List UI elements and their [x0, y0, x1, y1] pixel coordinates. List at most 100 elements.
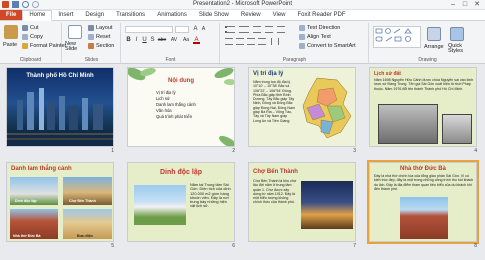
columns-icon[interactable]	[271, 38, 279, 45]
minimize-button[interactable]: –	[447, 0, 459, 9]
increase-indent-icon[interactable]	[265, 26, 273, 33]
close-button[interactable]: ✕	[471, 0, 483, 9]
underline-button[interactable]: U	[141, 37, 148, 44]
caption-cho-ben-thanh: Chợ Bến Thành	[69, 199, 96, 203]
dinh-doc-lap-photo-image	[134, 185, 186, 225]
convert-smartart-button[interactable]: Convert to SmartArt	[299, 43, 356, 49]
slide-thumb-8[interactable]: Nhà thờ Đức Bà Đây là nhà thờ chính tòa …	[367, 160, 479, 249]
tab-foxit[interactable]: Foxit Reader PDF	[292, 11, 352, 20]
slide-thumb-7[interactable]: Chợ Bến Thành Chợ Bến Thành là khu chợ l…	[248, 162, 356, 249]
tab-file[interactable]: File	[0, 10, 23, 20]
slide-4-number: 4	[474, 148, 477, 154]
list-item: Quá trình phát triển	[156, 114, 193, 119]
bold-button[interactable]: B	[125, 37, 132, 44]
align-left-icon[interactable]	[225, 38, 233, 45]
bullets-icon[interactable]	[225, 26, 235, 33]
cut-button[interactable]: Cut	[22, 25, 39, 31]
text-direction-button[interactable]: Text Direction	[299, 25, 340, 31]
slide-thumb-1[interactable]: Thành phố Hồ Chí Minh 1	[6, 67, 114, 154]
slide-thumb-3[interactable]: Vị trí địa lý Nằm trong tọa độ địa lý 10…	[248, 67, 356, 154]
section-button[interactable]: Section	[88, 43, 114, 49]
align-right-icon[interactable]	[247, 38, 255, 45]
slide-4[interactable]: Lịch sử đất Năm 1698 Nguyễn Hữu Cảnh đượ…	[369, 67, 477, 147]
shapes-gallery-icon	[375, 28, 412, 42]
reset-icon	[88, 34, 94, 40]
slide-3-title: Vị trí địa lý	[253, 71, 284, 77]
slide-thumb-5[interactable]: Danh lam thắng cảnh Dinh độc lập Chợ Bến…	[6, 162, 114, 249]
tab-transitions[interactable]: Transitions	[110, 11, 151, 20]
slide-3-number: 3	[353, 148, 356, 154]
tab-animations[interactable]: Animations	[151, 11, 193, 20]
historical-photo-2-image	[442, 114, 472, 144]
convert-smartart-label: Convert to SmartArt	[307, 43, 356, 49]
quick-styles-button[interactable]: Quick Styles	[448, 43, 470, 54]
arrange-button[interactable]: Arrange	[424, 44, 444, 50]
reset-button[interactable]: Reset	[88, 34, 110, 40]
line-spacing-icon[interactable]	[277, 26, 285, 33]
italic-button[interactable]: I	[133, 37, 140, 44]
ribbon-tabs: File Home Insert Design Transitions Anim…	[0, 10, 485, 21]
tab-design[interactable]: Design	[79, 11, 110, 20]
slide-7-title: Chợ Bến Thành	[253, 169, 298, 175]
paste-button[interactable]: Paste	[3, 42, 17, 48]
slide-7-number: 7	[353, 243, 356, 249]
strikethrough-button[interactable]: abe	[157, 37, 167, 44]
section-icon	[88, 43, 94, 49]
slide-6[interactable]: Dinh độc lập Nằm tại Trung tâm Sài Gòn. …	[127, 162, 235, 242]
new-slide-icon[interactable]	[68, 25, 82, 39]
quick-styles-icon[interactable]	[450, 27, 464, 41]
slide-3[interactable]: Vị trí địa lý Nằm trong tọa độ địa lý 10…	[248, 67, 356, 147]
layout-label: Layout	[96, 25, 113, 31]
font-size-box[interactable]	[175, 26, 189, 33]
format-painter-button[interactable]: Format Painter	[22, 43, 66, 49]
ribbon: Paste Cut Copy Format Painter Clipboard …	[0, 21, 485, 64]
slides-group: New Slide Layout Reset Section Slides	[63, 23, 121, 63]
font-group: A A B I U S abe AV Aa A Font	[122, 23, 220, 63]
slide-thumb-2[interactable]: Nội dung Vị trí địa lý Lịch sử Danh lam …	[127, 67, 235, 154]
caption-nha-tho-duc-ba: Nhà thờ Đức Bà	[13, 234, 41, 238]
tab-insert[interactable]: Insert	[52, 11, 79, 20]
slide-6-body: Nằm tại Trung tâm Sài Gòn. Diện tích của…	[190, 183, 231, 209]
layout-icon	[88, 25, 94, 31]
layout-button[interactable]: Layout	[88, 25, 113, 31]
slide-2[interactable]: Nội dung Vị trí địa lý Lịch sử Danh lam …	[127, 67, 235, 147]
slide-5-title: Danh lam thắng cảnh	[11, 166, 72, 172]
slide-8-title: Nhà thờ Đức Bà	[400, 166, 446, 172]
align-text-button[interactable]: Align Text	[299, 34, 331, 40]
slide-8[interactable]: Nhà thờ Đức Bà Đây là nhà thờ chính tòa …	[367, 160, 479, 244]
maximize-button[interactable]: □	[459, 0, 471, 9]
tab-view[interactable]: View	[267, 11, 292, 20]
section-label: Section	[96, 43, 115, 49]
shapes-gallery[interactable]	[373, 26, 421, 48]
shrink-font-button[interactable]: A	[200, 26, 207, 33]
tab-review[interactable]: Review	[235, 11, 267, 20]
arrange-icon[interactable]	[427, 27, 441, 41]
slide-4-body: Năm 1698 Nguyễn Hữu Cảnh được chúa Nguyễ…	[374, 78, 474, 91]
new-slide-button[interactable]: New Slide	[65, 41, 87, 52]
numbering-icon[interactable]	[239, 26, 249, 33]
font-color-button[interactable]: A	[193, 37, 200, 44]
align-center-icon[interactable]	[236, 38, 244, 45]
text-direction-label: Text Direction	[307, 25, 341, 31]
grow-font-button[interactable]: A	[192, 26, 199, 33]
font-name-box[interactable]	[125, 26, 173, 33]
caption-dinh-doc-lap: Dinh độc lập	[15, 199, 37, 203]
slide-5[interactable]: Danh lam thắng cảnh Dinh độc lập Chợ Bến…	[6, 162, 114, 242]
slide-thumb-6[interactable]: Dinh độc lập Nằm tại Trung tâm Sài Gòn. …	[127, 162, 235, 249]
slide-1[interactable]: Thành phố Hồ Chí Minh	[6, 67, 114, 147]
drawing-label: Drawing	[418, 57, 437, 63]
change-case-button[interactable]: Aa	[181, 37, 191, 44]
clipboard-group: Paste Cut Copy Format Painter Clipboard	[0, 23, 66, 63]
shadow-button[interactable]: S	[149, 37, 156, 44]
char-spacing-button[interactable]: AV	[169, 37, 179, 44]
justify-icon[interactable]	[258, 38, 266, 45]
slide-7[interactable]: Chợ Bến Thành Chợ Bến Thành là khu chợ l…	[248, 162, 356, 242]
font-label: Font	[165, 57, 176, 63]
tab-home[interactable]: Home	[22, 10, 53, 21]
tab-slide-show[interactable]: Slide Show	[193, 11, 235, 20]
slide-thumb-4[interactable]: Lịch sử đất Năm 1698 Nguyễn Hữu Cảnh đượ…	[369, 67, 477, 154]
copy-button[interactable]: Copy	[22, 34, 43, 40]
slide-1-title: Thành phố Hồ Chí Minh	[26, 73, 94, 79]
decrease-indent-icon[interactable]	[253, 26, 261, 33]
paste-icon[interactable]	[4, 25, 18, 39]
